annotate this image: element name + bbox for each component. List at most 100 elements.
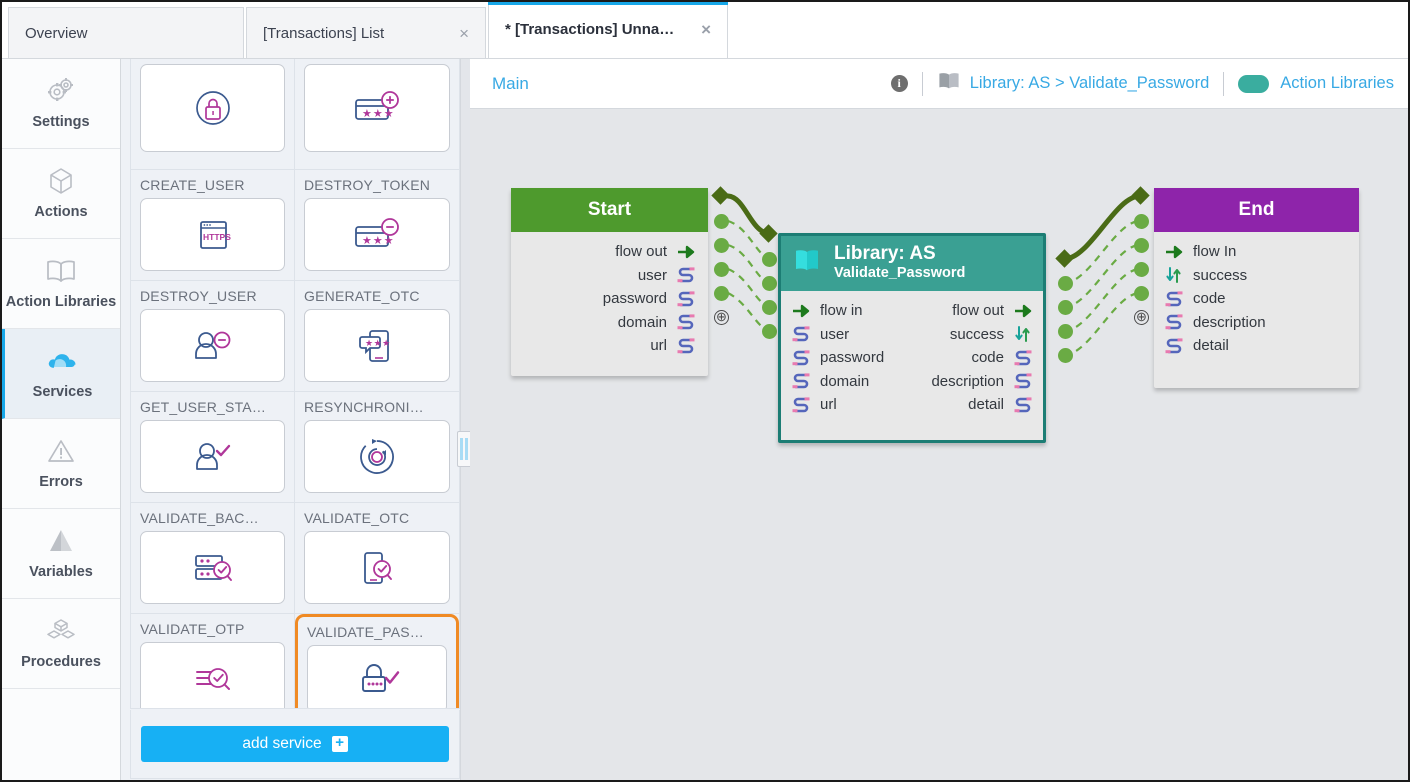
tab-transactions-list[interactable]: [Transactions] List × bbox=[246, 7, 486, 58]
service-tile[interactable] bbox=[131, 59, 295, 170]
node-library-outputs: flow out success code description detail bbox=[912, 299, 1033, 417]
port-success[interactable]: success bbox=[1164, 264, 1349, 288]
canvas-header: Main i Library: AS > Validate_Password A… bbox=[470, 59, 1408, 109]
add-port-button[interactable]: ⊕ bbox=[1134, 310, 1149, 325]
sidebar-item-settings[interactable]: Settings bbox=[2, 59, 120, 149]
port-url[interactable]: url bbox=[521, 334, 696, 358]
cloud-icon bbox=[45, 346, 81, 376]
port-flow-out[interactable]: flow out bbox=[521, 240, 696, 264]
add-service-button[interactable]: add service + bbox=[141, 726, 449, 762]
anchor-data-out-start[interactable] bbox=[714, 262, 729, 277]
service-tile-destroy-user[interactable]: DESTROY_USER bbox=[131, 281, 295, 392]
info-icon[interactable]: i bbox=[890, 75, 908, 92]
anchor-data-out-library[interactable] bbox=[1058, 276, 1073, 291]
https-browser-icon: HTTPS bbox=[140, 198, 285, 271]
flow-diagram[interactable]: Start flow out user password domain url … bbox=[470, 109, 1408, 780]
panel-splitter[interactable] bbox=[457, 59, 475, 780]
port-code[interactable]: code bbox=[1164, 287, 1349, 311]
service-tile-title: GET_USER_STA… bbox=[140, 399, 267, 415]
port-user[interactable]: user bbox=[521, 264, 696, 288]
gears-icon bbox=[43, 76, 79, 106]
tab-overview[interactable]: Overview bbox=[8, 7, 244, 58]
port-password[interactable]: password bbox=[521, 287, 696, 311]
service-tile-validate-otc[interactable]: VALIDATE_OTC bbox=[295, 503, 459, 614]
close-icon[interactable]: × bbox=[459, 25, 469, 42]
user-check-icon bbox=[140, 420, 285, 493]
port-detail[interactable]: detail bbox=[1164, 334, 1349, 358]
add-service-label: add service bbox=[242, 735, 322, 752]
anchor-data-in-end[interactable] bbox=[1134, 286, 1149, 301]
port-description[interactable]: description bbox=[1164, 311, 1349, 335]
updown-arrows-icon bbox=[1164, 266, 1184, 284]
port-label: success bbox=[949, 325, 1004, 343]
node-library[interactable]: Library: AS Validate_Password flow in us… bbox=[778, 233, 1046, 444]
port-domain[interactable]: domain bbox=[521, 311, 696, 335]
service-tile[interactable]: ★★★ bbox=[295, 59, 459, 170]
anchor-data-in-library[interactable] bbox=[762, 252, 777, 267]
service-tile-destroy-token[interactable]: DESTROY_TOKEN ★★★ bbox=[295, 170, 459, 281]
port-domain[interactable]: domain bbox=[791, 369, 912, 393]
breadcrumb-library-label: Library: AS > Validate_Password bbox=[969, 74, 1210, 92]
book-icon bbox=[43, 256, 79, 286]
anchor-data-in-library[interactable] bbox=[762, 276, 777, 291]
node-end[interactable]: End flow In success code description det… bbox=[1154, 188, 1359, 388]
anchor-data-in-end[interactable] bbox=[1134, 238, 1149, 253]
sidebar-item-services[interactable]: Services bbox=[2, 329, 120, 419]
port-description[interactable]: description bbox=[912, 369, 1033, 393]
port-flow-out[interactable]: flow out bbox=[912, 299, 1033, 323]
anchor-data-out-library[interactable] bbox=[1058, 324, 1073, 339]
node-library-subtitle: Validate_Password bbox=[834, 264, 966, 281]
anchor-data-out-start[interactable] bbox=[714, 238, 729, 253]
breadcrumb-main[interactable]: Main bbox=[492, 74, 529, 94]
sidebar-item-variables[interactable]: Variables bbox=[2, 509, 120, 599]
breadcrumb-library[interactable]: Library: AS > Validate_Password bbox=[937, 70, 1210, 97]
sidebar-item-actions[interactable]: Actions bbox=[2, 149, 120, 239]
service-tile-validate-backup[interactable]: VALIDATE_BAC… bbox=[131, 503, 295, 614]
tab-transactions-unnamed[interactable]: * [Transactions] Unna… × bbox=[488, 2, 728, 58]
flow-canvas-area: Main i Library: AS > Validate_Password A… bbox=[470, 59, 1408, 780]
port-user[interactable]: user bbox=[791, 322, 912, 346]
service-tile-validate-password[interactable]: VALIDATE_PAS… bbox=[295, 614, 459, 708]
port-flow-in[interactable]: flow in bbox=[791, 299, 912, 323]
service-tile-validate-otp[interactable]: VALIDATE_OTP bbox=[131, 614, 295, 708]
flow-arrow-icon bbox=[791, 302, 811, 320]
close-icon[interactable]: × bbox=[701, 21, 711, 38]
anchor-data-in-end[interactable] bbox=[1134, 214, 1149, 229]
node-start[interactable]: Start flow out user password domain url bbox=[511, 188, 708, 376]
toggle-pill-icon[interactable] bbox=[1238, 74, 1270, 93]
add-port-button[interactable]: ⊕ bbox=[714, 310, 729, 325]
data-cable-icon bbox=[791, 372, 811, 390]
port-password[interactable]: password bbox=[791, 346, 912, 370]
port-url[interactable]: url bbox=[791, 393, 912, 417]
port-label: user bbox=[637, 266, 667, 284]
anchor-data-in-end[interactable] bbox=[1134, 262, 1149, 277]
port-label: description bbox=[931, 372, 1004, 390]
sidebar-item-errors[interactable]: Errors bbox=[2, 419, 120, 509]
flow-arrow-icon bbox=[1164, 243, 1184, 261]
anchor-data-in-library[interactable] bbox=[762, 300, 777, 315]
action-libraries-toggle[interactable]: Action Libraries bbox=[1238, 74, 1394, 93]
service-tile-resynchronize[interactable]: RESYNCHRONI… bbox=[295, 392, 459, 503]
anchor-data-out-start[interactable] bbox=[714, 286, 729, 301]
services-panel: ★★★ CREATE_USER HTTPS DESTROY_TOKEN ★★★ … bbox=[121, 59, 461, 780]
splitter-bar bbox=[464, 438, 468, 460]
sidebar-item-procedures[interactable]: Procedures bbox=[2, 599, 120, 689]
tab-bar: Overview [Transactions] List × * [Transa… bbox=[2, 2, 1408, 59]
anchor-data-out-start[interactable] bbox=[714, 214, 729, 229]
anchor-data-out-library[interactable] bbox=[1058, 300, 1073, 315]
service-tile-create-user[interactable]: CREATE_USER HTTPS bbox=[131, 170, 295, 281]
data-cable-icon bbox=[1013, 349, 1033, 367]
anchor-data-out-library[interactable] bbox=[1058, 348, 1073, 363]
port-code[interactable]: code bbox=[912, 346, 1033, 370]
port-flow-in[interactable]: flow In bbox=[1164, 240, 1349, 264]
service-tile-title: CREATE_USER bbox=[140, 177, 245, 193]
node-library-title: Library: AS bbox=[834, 243, 936, 264]
data-cable-icon bbox=[791, 396, 811, 414]
svg-text:★★★: ★★★ bbox=[362, 108, 395, 120]
port-success[interactable]: success bbox=[912, 322, 1033, 346]
service-tile-generate-otc[interactable]: GENERATE_OTC ★★★ bbox=[295, 281, 459, 392]
port-detail[interactable]: detail bbox=[912, 393, 1033, 417]
anchor-data-in-library[interactable] bbox=[762, 324, 777, 339]
service-tile-get-user-status[interactable]: GET_USER_STA… bbox=[131, 392, 295, 503]
sidebar-item-action-libraries[interactable]: Action Libraries bbox=[2, 239, 120, 329]
